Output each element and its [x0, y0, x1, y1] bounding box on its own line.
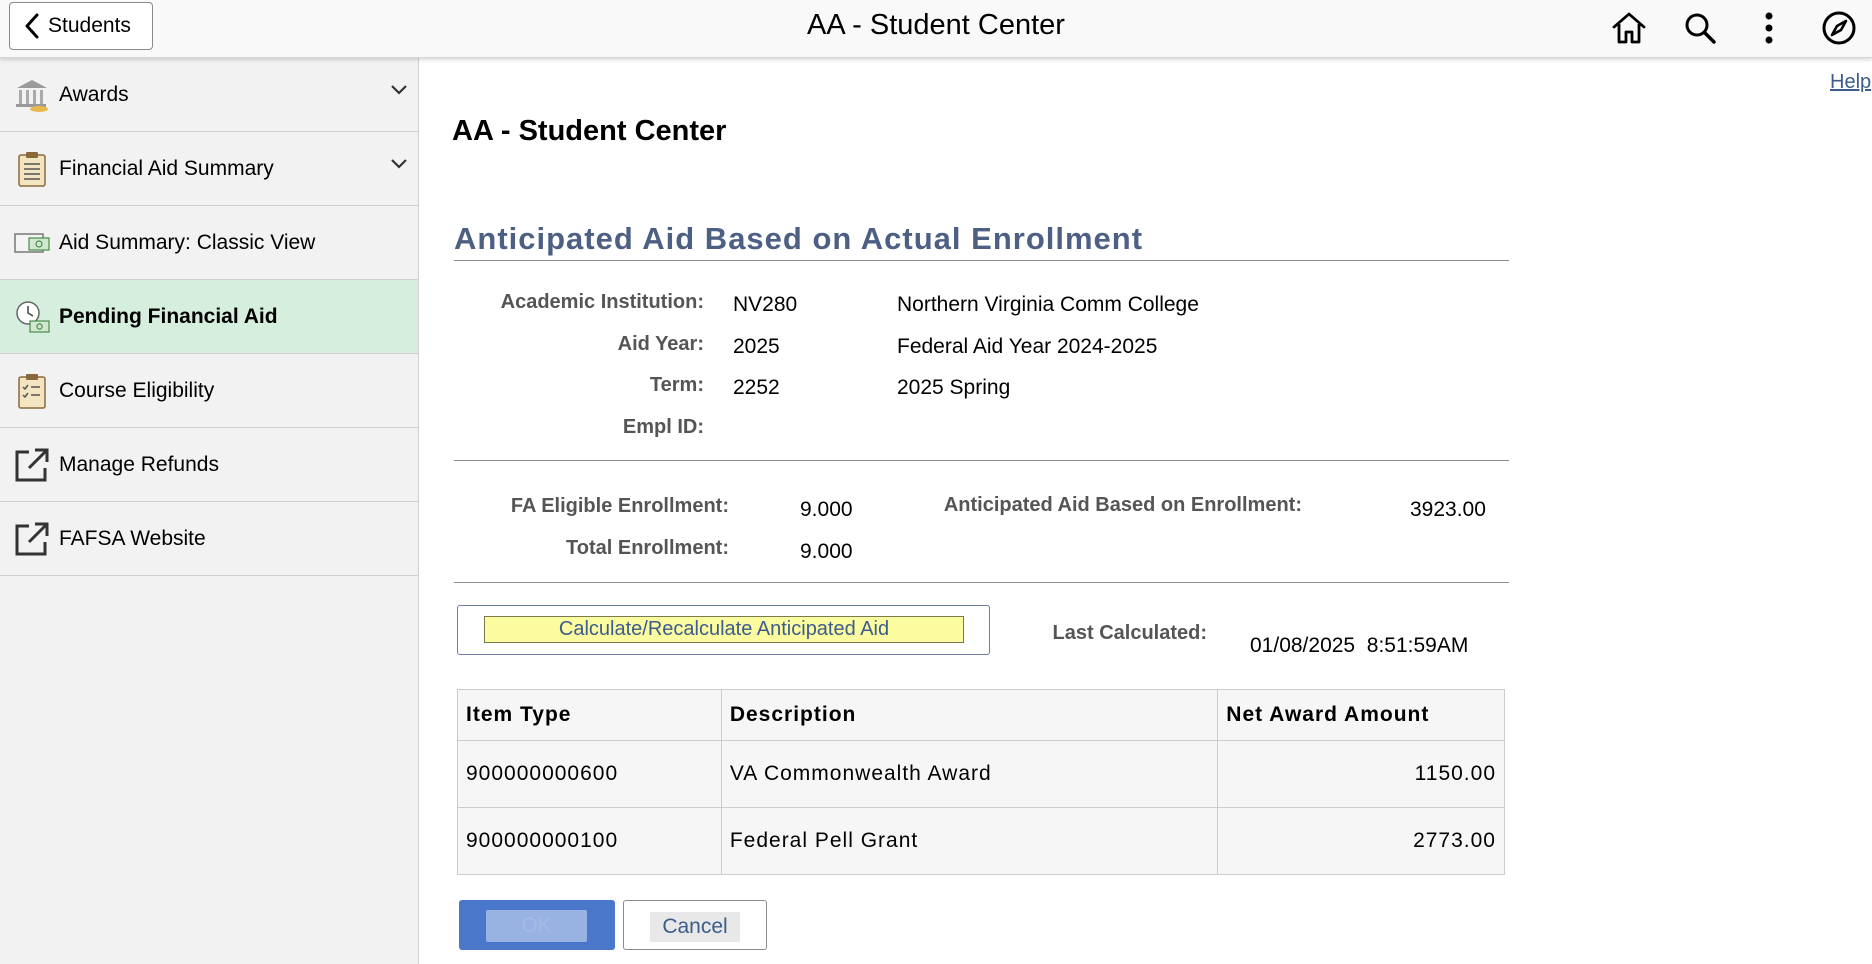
divider [454, 460, 1509, 461]
table-row: 900000000600 VA Commonwealth Award 1150.… [457, 740, 1505, 808]
section-title: Anticipated Aid Based on Actual Enrollme… [454, 221, 1144, 256]
app-title: AA - Student Center [807, 9, 1065, 41]
institution-label: Academic Institution: [500, 291, 704, 313]
chevron-down-icon[interactable] [390, 83, 408, 101]
calc-button-frame: Calculate/Recalculate Anticipated Aid [457, 605, 990, 655]
last-calculated-value: 01/08/2025 8:51:59AM [1250, 634, 1469, 657]
search-icon[interactable] [1681, 9, 1719, 47]
sidebar-item-label: Manage Refunds [59, 452, 219, 476]
compass-icon[interactable] [1820, 9, 1858, 47]
page-title: AA - Student Center [452, 115, 727, 147]
cancel-button-label: Cancel [650, 912, 740, 942]
sidebar-item-label: Awards [59, 82, 129, 106]
institution-name: Northern Virginia Comm College [897, 293, 1199, 316]
sidebar-item-label: Pending Financial Aid [59, 304, 278, 328]
back-to-students-button[interactable]: Students [9, 2, 153, 50]
sidebar-item-fafsa-website[interactable]: FAFSA Website [0, 502, 418, 576]
institution-code: NV280 [733, 293, 798, 316]
aid-year-code: 2025 [733, 335, 780, 358]
bank-icon [13, 76, 51, 114]
sidebar-item-awards[interactable]: Awards [0, 58, 418, 132]
term-label: Term: [649, 374, 704, 396]
sidebar-item-label: Aid Summary: Classic View [59, 230, 316, 254]
clipboard-check-icon [13, 372, 51, 410]
divider [454, 260, 1509, 261]
fa-eligible-label: FA Eligible Enrollment: [510, 495, 729, 517]
sidebar-item-course-eligibility[interactable]: Course Eligibility [0, 354, 418, 428]
description-cell: Federal Pell Grant [720, 807, 1219, 875]
table-row: 900000000100 Federal Pell Grant 2773.00 [457, 807, 1505, 875]
total-enrollment-value: 9.000 [800, 540, 853, 563]
clock-money-icon [13, 298, 51, 336]
net-award-amount-cell: 1150.00 [1217, 740, 1505, 808]
chevron-down-icon[interactable] [390, 157, 408, 175]
sidebar-item-financial-aid-summary[interactable]: Financial Aid Summary [0, 132, 418, 206]
sidebar-item-aid-summary-classic[interactable]: Aid Summary: Classic View [0, 206, 418, 280]
last-calculated-label: Last Calculated: [1052, 622, 1207, 644]
sidebar-item-label: Course Eligibility [59, 378, 215, 402]
item-type-cell: 900000000600 [457, 740, 722, 808]
home-icon[interactable] [1610, 9, 1648, 47]
aid-year-label: Aid Year: [617, 333, 704, 355]
more-vert-icon[interactable] [1750, 9, 1788, 47]
sidebar-item-label: Financial Aid Summary [59, 156, 274, 180]
divider [454, 582, 1509, 583]
aid-year-name: Federal Aid Year 2024-2025 [897, 335, 1158, 358]
anticipated-aid-label: Anticipated Aid Based on Enrollment: [943, 494, 1302, 516]
term-name: 2025 Spring [897, 376, 1011, 399]
back-button-label: Students [48, 14, 131, 37]
external-link-icon [13, 446, 51, 484]
sidebar-item-manage-refunds[interactable]: Manage Refunds [0, 428, 418, 502]
help-link[interactable]: Help [1830, 71, 1871, 94]
term-code: 2252 [733, 376, 780, 399]
column-header-net-award-amount: Net Award Amount [1217, 689, 1505, 741]
column-header-description: Description [720, 689, 1219, 741]
sidebar: Awards Financial Aid Summary Aid Summary… [0, 58, 419, 964]
calculate-anticipated-aid-button[interactable]: Calculate/Recalculate Anticipated Aid [484, 616, 964, 643]
net-award-amount-cell: 2773.00 [1217, 807, 1505, 875]
cancel-button[interactable]: Cancel [623, 900, 767, 950]
anticipated-aid-table: Item Type Description Net Award Amount 9… [457, 689, 1505, 875]
sidebar-item-label: FAFSA Website [59, 526, 206, 550]
clipboard-list-icon [13, 150, 51, 188]
empl-id-label: Empl ID: [622, 416, 704, 438]
table-header-row: Item Type Description Net Award Amount [457, 689, 1505, 741]
money-monitor-icon [13, 224, 51, 262]
item-type-cell: 900000000100 [457, 807, 722, 875]
external-link-icon [13, 520, 51, 558]
anticipated-aid-value: 3923.00 [1410, 498, 1486, 521]
fa-eligible-value: 9.000 [800, 498, 853, 521]
description-cell: VA Commonwealth Award [720, 740, 1219, 808]
total-enrollment-label: Total Enrollment: [566, 537, 729, 559]
ok-button[interactable]: OK [459, 900, 615, 950]
column-header-item-type: Item Type [457, 689, 722, 741]
sidebar-item-pending-financial-aid[interactable]: Pending Financial Aid [0, 280, 418, 354]
ok-button-label: OK [486, 910, 587, 942]
top-header: Students AA - Student Center [0, 0, 1872, 58]
chevron-left-icon [24, 13, 40, 39]
